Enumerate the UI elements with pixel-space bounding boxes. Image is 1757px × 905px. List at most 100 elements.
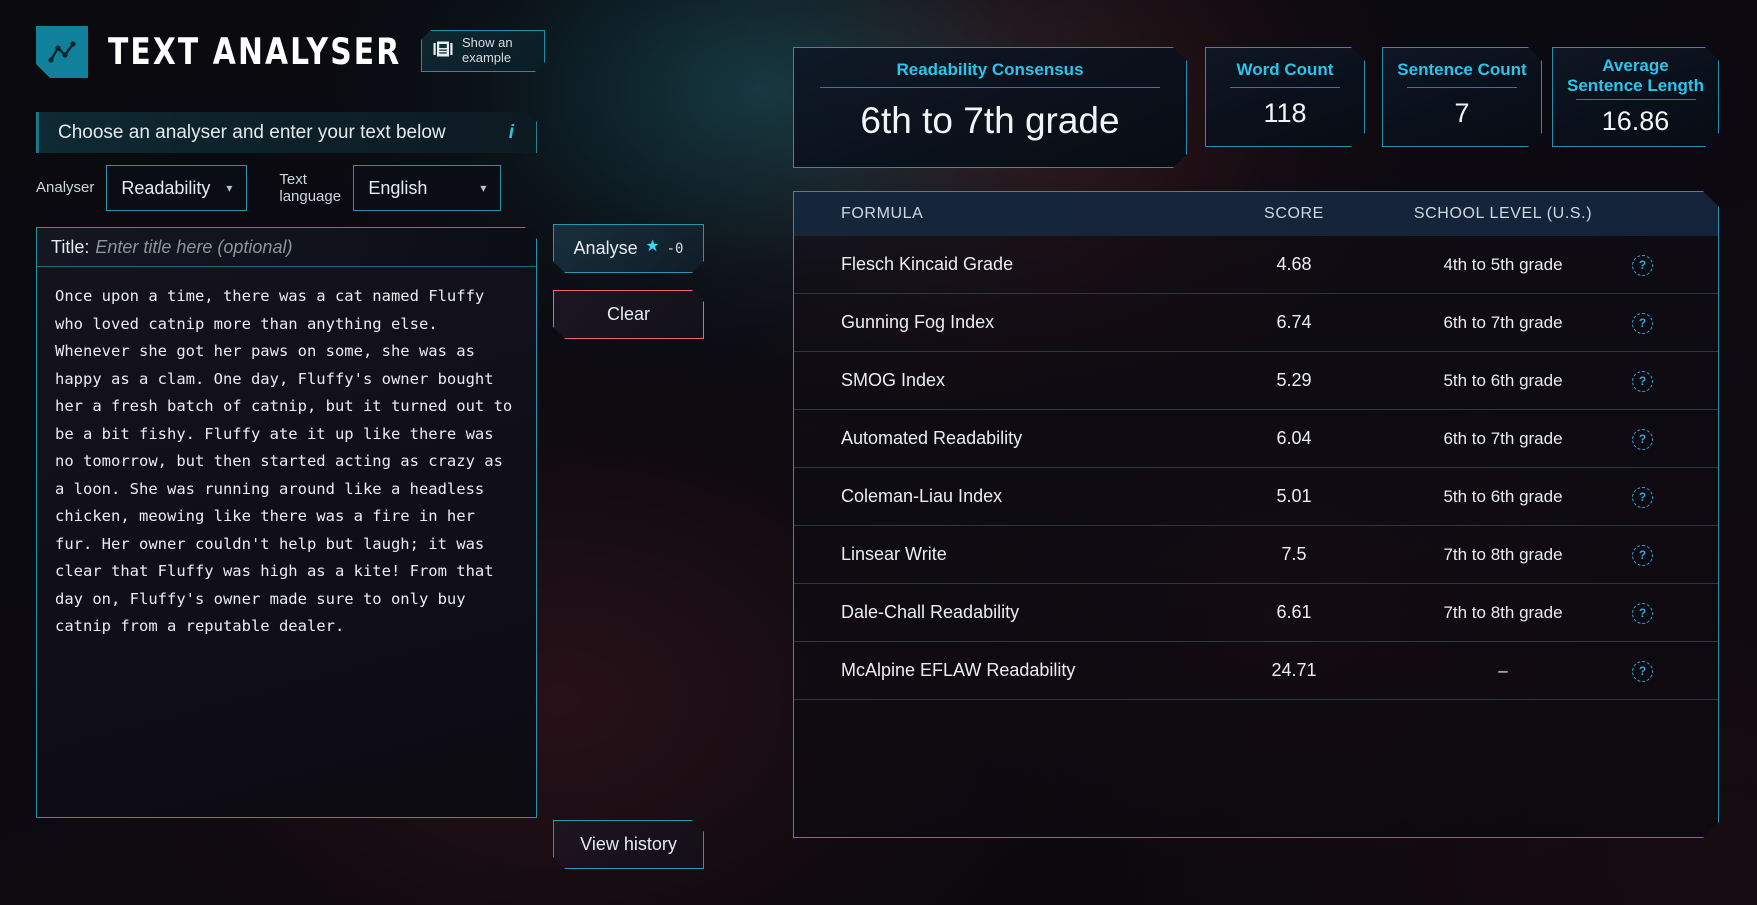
instruction-banner: Choose an analyser and enter your text b… — [36, 112, 537, 153]
cell-formula: Gunning Fog Index — [794, 312, 1194, 333]
divider — [1576, 99, 1696, 100]
view-history-button[interactable]: View history — [553, 820, 704, 869]
results-panel: FORMULA SCORE SCHOOL LEVEL (U.S.) Flesch… — [793, 191, 1719, 838]
help-icon[interactable]: ? — [1632, 661, 1653, 682]
info-icon[interactable]: i — [509, 122, 520, 144]
cell-help: ? — [1612, 601, 1673, 624]
analyser-label: Analyser — [36, 179, 94, 196]
language-selected-value: English — [368, 178, 427, 199]
cell-help: ? — [1612, 427, 1673, 450]
cell-school-level: 6th to 7th grade — [1394, 429, 1612, 449]
cell-school-level: 7th to 8th grade — [1394, 545, 1612, 565]
stat-card-readability-consensus: Readability Consensus 6th to 7th grade — [793, 47, 1187, 168]
clear-label: Clear — [607, 304, 650, 325]
column-header-school-level: SCHOOL LEVEL (U.S.) — [1394, 205, 1612, 223]
cell-school-level: 5th to 6th grade — [1394, 371, 1612, 391]
cell-score: 6.04 — [1194, 428, 1394, 449]
article-icon — [432, 39, 454, 64]
view-history-label: View history — [580, 834, 677, 855]
divider — [1230, 87, 1340, 88]
cell-formula: Flesch Kincaid Grade — [794, 254, 1194, 275]
app-root: TEXT ANALYSER Show an example Choose an … — [0, 0, 1757, 905]
analyser-select[interactable]: Readability ▾ — [106, 165, 247, 211]
chevron-down-icon: ▾ — [226, 181, 232, 195]
sentence-count-value: 7 — [1454, 98, 1469, 129]
cell-school-level: 4th to 5th grade — [1394, 255, 1612, 275]
sparkle-icon — [645, 239, 660, 259]
table-row: Flesch Kincaid Grade4.684th to 5th grade… — [794, 236, 1718, 294]
cell-score: 7.5 — [1194, 544, 1394, 565]
help-icon[interactable]: ? — [1632, 255, 1653, 276]
show-example-button[interactable]: Show an example — [421, 30, 545, 72]
analyse-button[interactable]: Analyse -0 — [553, 224, 704, 273]
column-header-formula: FORMULA — [794, 205, 1194, 223]
title-input[interactable]: Title: Enter title here (optional) — [36, 227, 537, 267]
stat-card-word-count: Word Count 118 — [1205, 47, 1365, 147]
cell-school-level: 7th to 8th grade — [1394, 603, 1612, 623]
help-icon[interactable]: ? — [1632, 603, 1653, 624]
stat-card-sentence-count: Sentence Count 7 — [1382, 47, 1542, 147]
stat-card-average-sentence-length: Average Sentence Length 16.86 — [1552, 47, 1719, 147]
help-icon[interactable]: ? — [1632, 313, 1653, 334]
title-input-label: Title: — [51, 237, 89, 258]
cell-score: 5.29 — [1194, 370, 1394, 391]
divider — [1407, 87, 1517, 88]
language-label-line1: Text — [279, 171, 307, 188]
selector-row: Analyser Readability ▾ Text language Eng… — [36, 165, 501, 211]
word-count-caption: Word Count — [1237, 48, 1334, 80]
language-label-line2: language — [279, 188, 341, 205]
cell-formula: Automated Readability — [794, 428, 1194, 449]
text-input-area[interactable]: Once upon a time, there was a cat named … — [36, 267, 537, 818]
cell-help: ? — [1612, 369, 1673, 392]
analyser-selected-value: Readability — [121, 178, 210, 199]
cell-help: ? — [1612, 485, 1673, 508]
table-row: McAlpine EFLAW Readability24.71–? — [794, 642, 1718, 700]
cell-formula: Dale-Chall Readability — [794, 602, 1194, 623]
avg-caption-line2: Sentence Length — [1567, 76, 1704, 95]
text-input-value: Once upon a time, there was a cat named … — [55, 283, 520, 641]
word-count-value: 118 — [1263, 98, 1306, 129]
divider — [820, 87, 1160, 88]
line-chart-icon — [36, 26, 88, 78]
results-table-body: Flesch Kincaid Grade4.684th to 5th grade… — [794, 236, 1718, 700]
table-row: Automated Readability6.046th to 7th grad… — [794, 410, 1718, 468]
avg-sentence-length-value: 16.86 — [1602, 106, 1670, 137]
cell-school-level: 6th to 7th grade — [1394, 313, 1612, 333]
consensus-value: 6th to 7th grade — [860, 100, 1119, 142]
avg-sentence-length-caption: Average Sentence Length — [1567, 48, 1704, 95]
cell-score: 6.74 — [1194, 312, 1394, 333]
brand: TEXT ANALYSER — [36, 26, 413, 78]
clear-button[interactable]: Clear — [553, 290, 704, 339]
language-select[interactable]: English ▾ — [353, 165, 501, 211]
consensus-caption: Readability Consensus — [896, 48, 1083, 80]
table-row: Coleman-Liau Index5.015th to 6th grade? — [794, 468, 1718, 526]
cell-score: 6.61 — [1194, 602, 1394, 623]
cell-help: ? — [1612, 253, 1673, 276]
page-title: TEXT ANALYSER — [108, 31, 401, 73]
language-label: Text language — [279, 171, 341, 206]
cell-help: ? — [1612, 543, 1673, 566]
analyse-label: Analyse — [574, 238, 638, 259]
cell-help: ? — [1612, 311, 1673, 334]
cell-score: 4.68 — [1194, 254, 1394, 275]
instruction-text: Choose an analyser and enter your text b… — [58, 122, 509, 144]
help-icon[interactable]: ? — [1632, 545, 1653, 566]
cell-formula: Linsear Write — [794, 544, 1194, 565]
chevron-down-icon: ▾ — [480, 181, 486, 195]
cell-score: 5.01 — [1194, 486, 1394, 507]
cell-formula: SMOG Index — [794, 370, 1194, 391]
results-table-header: FORMULA SCORE SCHOOL LEVEL (U.S.) — [794, 192, 1718, 236]
column-header-score: SCORE — [1194, 205, 1394, 223]
help-icon[interactable]: ? — [1632, 371, 1653, 392]
help-icon[interactable]: ? — [1632, 429, 1653, 450]
cell-school-level: 5th to 6th grade — [1394, 487, 1612, 507]
cell-score: 24.71 — [1194, 660, 1394, 681]
analyse-credit-cost: -0 — [667, 241, 684, 257]
table-row: Linsear Write7.57th to 8th grade? — [794, 526, 1718, 584]
table-row: Gunning Fog Index6.746th to 7th grade? — [794, 294, 1718, 352]
avg-caption-line1: Average — [1602, 56, 1668, 75]
help-icon[interactable]: ? — [1632, 487, 1653, 508]
show-example-label-line2: example — [462, 50, 511, 65]
cell-formula: Coleman-Liau Index — [794, 486, 1194, 507]
show-example-label-line1: Show an — [462, 35, 513, 50]
